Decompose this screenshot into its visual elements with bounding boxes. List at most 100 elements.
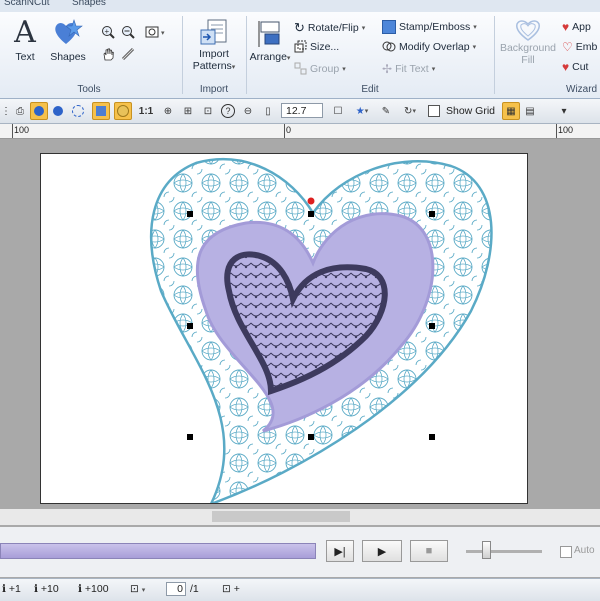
group-button[interactable]: Group ▾ [294, 62, 346, 75]
cutwork-heart-icon: ♥ [562, 60, 570, 74]
realistic-view-icon[interactable] [92, 102, 110, 120]
design-page[interactable] [40, 153, 528, 504]
tab-scanncut[interactable]: ScanNCut [4, 0, 50, 8]
speed-slider-thumb[interactable] [482, 541, 491, 559]
wizard-group-label: Wizard [566, 84, 598, 95]
help-icon[interactable]: ? [220, 103, 236, 119]
stamp-emboss-button[interactable]: Stamp/Emboss ▾ [382, 20, 477, 34]
play-icon: ▶ [377, 545, 387, 558]
stop-button[interactable]: ■ [410, 540, 448, 562]
add-frame-button[interactable]: ⊡ + [222, 583, 240, 595]
rotate-icon[interactable]: ↻ ▾ [398, 103, 422, 119]
heart-embroidery-design[interactable] [41, 154, 527, 503]
applique-heart-icon: ♥ [562, 20, 570, 34]
shapes-icon [55, 19, 83, 44]
selection-handle[interactable] [429, 211, 435, 217]
ribbon: A Text Shapes + ▾ Tools Import Patterns▾… [0, 12, 600, 99]
background-fill-button[interactable]: Background Fill [498, 18, 558, 66]
view-mode-3-icon[interactable] [70, 103, 86, 119]
step-icon[interactable]: ℹ +1 [2, 583, 21, 595]
selection-handle[interactable] [187, 211, 193, 217]
import-patterns-button[interactable]: Import Patterns▾ [188, 18, 240, 73]
zoom-selection-icon[interactable]: ⊡ [200, 103, 216, 119]
arrange-icon [258, 21, 280, 47]
view-toolbar: ⋮ ⎙ 1:1 ⊕ ⊞ ⊡ ? ⊖ ▯ 12.7 ☐ ★ ▾ ✎ ↻ ▾ Show … [0, 99, 600, 124]
step-plus10-button[interactable]: ℹ +10 [34, 583, 59, 595]
rotate-flip-icon: ↻ [294, 20, 305, 35]
stamp-emboss-icon [382, 20, 396, 34]
import-patterns-icon [200, 19, 227, 45]
show-grid-checkbox[interactable] [426, 103, 442, 119]
grid-options-icon[interactable]: ▦ [502, 102, 520, 120]
background-fill-icon [516, 20, 540, 41]
zoom-out-icon[interactable] [120, 24, 136, 40]
skip-end-icon: ▶| [334, 545, 346, 558]
frame-select-icon[interactable]: ⊡ ▾ [130, 583, 145, 595]
rotate-handle[interactable] [307, 197, 315, 205]
emboss-heart-icon: ♡ [562, 40, 573, 54]
rotate-flip-button[interactable]: ↻ Rotate/Flip ▾ [294, 20, 365, 36]
stop-icon: ■ [425, 545, 433, 557]
preview-icon[interactable]: ⎙ [12, 103, 28, 119]
selection-handle[interactable] [429, 323, 435, 329]
modify-overlap-button[interactable]: Modify Overlap ▾ [382, 40, 476, 53]
view-mode-2-icon[interactable] [50, 103, 66, 119]
layout-icon[interactable]: ▤ [522, 103, 538, 119]
stitch-progress-bar[interactable] [0, 543, 316, 559]
actual-size-button[interactable]: 1:1 [136, 103, 156, 119]
text-icon: A [14, 15, 36, 50]
group-divider [182, 16, 183, 94]
play-button[interactable]: ▶ [362, 540, 402, 562]
emboss-button[interactable]: ♡ Emb [562, 40, 597, 54]
thread-view-icon[interactable] [114, 102, 132, 120]
selection-handle[interactable] [308, 434, 314, 440]
measure-icon[interactable] [120, 46, 136, 62]
fit-text-button[interactable]: ✢ Fit Text ▾ [382, 62, 435, 76]
selection-handle[interactable] [187, 434, 193, 440]
tab-shapes[interactable]: Shapes [72, 0, 106, 8]
view-mode-1-icon[interactable] [30, 102, 48, 120]
cutwork-button[interactable]: ♥ Cut [562, 60, 588, 74]
shapes-button[interactable]: Shapes [48, 18, 88, 63]
tools-group-label: Tools [77, 84, 101, 95]
ruler-label: 0 [286, 125, 292, 135]
ruler-label: 100 [14, 125, 30, 135]
auto-label: Auto [574, 545, 595, 556]
zoom-fit-icon[interactable]: ▾ [144, 24, 170, 40]
stitch-step-bar: ℹ +1 ℹ +10 ℹ +100 ⊡ ▾ 0 /1 ⊡ + [0, 578, 600, 601]
zoom-icon[interactable]: ⊕ [160, 103, 176, 119]
fit-text-icon: ✢ [382, 62, 393, 76]
auto-checkbox[interactable] [560, 546, 572, 558]
group-divider [494, 16, 495, 94]
toolbar-overflow-icon[interactable]: ▾ [556, 103, 572, 119]
zoom-in-icon[interactable]: + [100, 24, 116, 40]
pen-icon[interactable]: ✎ [378, 103, 394, 119]
frame-icon[interactable]: ☐ [330, 103, 346, 119]
skip-to-end-button[interactable]: ▶| [326, 540, 354, 562]
speed-slider-track[interactable] [466, 550, 542, 553]
size-button[interactable]: Size... [294, 40, 339, 53]
group-icon [294, 62, 307, 75]
page-icon[interactable]: ▯ [260, 103, 276, 119]
applique-button[interactable]: ♥ App [562, 20, 591, 34]
import-group-label: Import [199, 84, 229, 95]
zoom-out-small-icon[interactable]: ⊖ [240, 103, 256, 119]
selection-handle[interactable] [429, 434, 435, 440]
page-current-field[interactable]: 0 [166, 582, 186, 596]
show-grid-label: Show Grid [446, 105, 496, 117]
horizontal-ruler: 100 0 100 [0, 124, 600, 139]
selection-handle[interactable] [308, 211, 314, 217]
step-plus100-button[interactable]: ℹ +100 [78, 583, 109, 595]
fit-window-icon[interactable]: ⊞ [180, 103, 196, 119]
arrange-button[interactable]: Arrange▾ [250, 20, 290, 63]
zoom-value-field[interactable]: 12.7 [281, 103, 323, 118]
ruler-label: 100 [558, 125, 574, 135]
size-icon [294, 40, 307, 53]
text-button[interactable]: A Text [8, 15, 42, 64]
svg-text:+: + [105, 27, 110, 36]
star-tool-icon[interactable]: ★ ▾ [350, 103, 374, 119]
selection-handle[interactable] [187, 323, 193, 329]
pan-hand-icon[interactable] [100, 46, 116, 62]
scrollbar-thumb[interactable] [212, 511, 350, 522]
group-divider [246, 16, 247, 94]
